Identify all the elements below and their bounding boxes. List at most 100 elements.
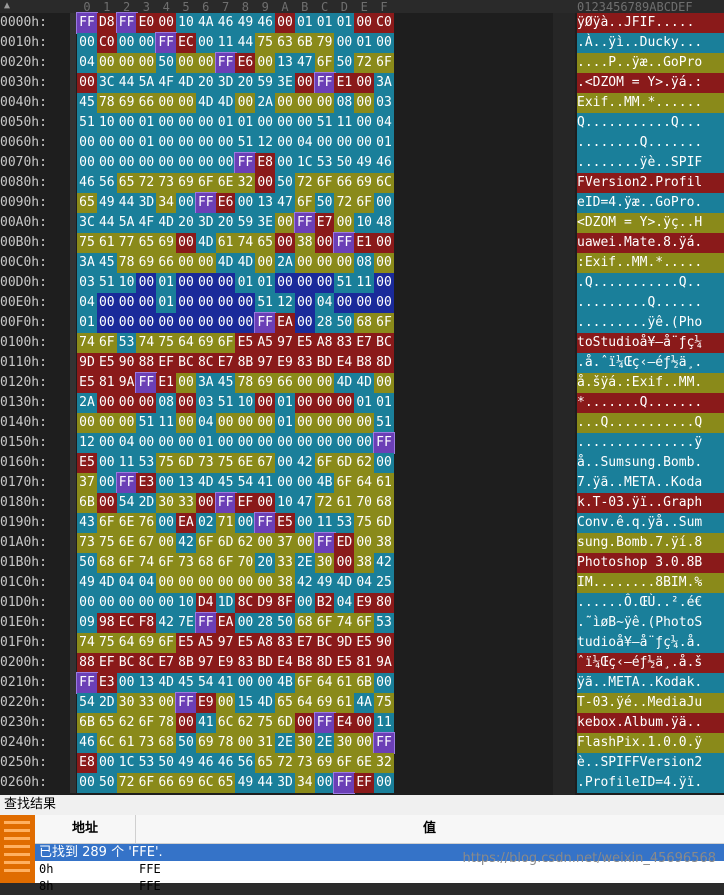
byte-cell[interactable]: 00 xyxy=(314,273,335,293)
byte-cell[interactable]: 03 xyxy=(77,273,97,293)
byte-cell[interactable]: 6F xyxy=(354,613,375,633)
byte-cell[interactable]: E7 xyxy=(294,633,315,653)
byte-cell[interactable]: 04 xyxy=(195,413,216,433)
byte-cell[interactable]: 2A xyxy=(255,93,276,113)
byte-cell[interactable]: 6F xyxy=(96,333,117,353)
hex-editor-view[interactable]: ▲ 0123456789ABCDEF 0123456789ABCDEF 0000… xyxy=(0,0,724,795)
byte-cell[interactable]: E9 xyxy=(195,693,216,713)
byte-cell[interactable]: 00 xyxy=(255,493,276,513)
byte-cell[interactable]: 00 xyxy=(255,113,276,133)
byte-cell[interactable]: 04 xyxy=(314,293,335,313)
byte-cell[interactable]: 00 xyxy=(195,53,216,73)
byte-cell[interactable]: BC xyxy=(314,633,335,653)
hex-row[interactable]: 0220h: 54 2D 30 33 00 FF E9 00 15 4D 65 64 69 61 4A 75 T-… xyxy=(0,692,724,714)
byte-cell[interactable]: 01 xyxy=(255,273,276,293)
byte-cell[interactable]: 47 xyxy=(275,193,295,213)
byte-cell[interactable]: 6F xyxy=(334,473,355,493)
byte-cell[interactable]: E4 xyxy=(334,353,355,373)
byte-cell[interactable]: 10 xyxy=(275,493,295,513)
byte-cell[interactable]: 11 xyxy=(116,453,137,473)
hex-row[interactable]: 0020h: 04 00 00 00 50 00 00 FF E6 00 13 47 6F 50 72 6F..… xyxy=(0,52,724,74)
byte-cell[interactable]: 42 xyxy=(294,453,315,473)
byte-cell[interactable]: 62 xyxy=(116,713,137,733)
byte-cell[interactable]: ED xyxy=(334,533,355,553)
byte-cell[interactable]: 00 xyxy=(96,293,117,313)
byte-cell[interactable]: 38 xyxy=(275,573,295,593)
byte-cell[interactable]: 5A xyxy=(116,213,137,233)
byte-cell[interactable]: 6B xyxy=(77,713,97,733)
byte-cell[interactable]: 49 xyxy=(314,573,335,593)
byte-cell[interactable]: 00 xyxy=(374,773,394,793)
byte-cell[interactable]: 00 xyxy=(116,153,137,173)
byte-cell[interactable]: 4D xyxy=(215,253,236,273)
byte-cell[interactable]: 31 xyxy=(255,733,276,753)
byte-cell-match[interactable]: FF xyxy=(254,512,277,534)
ascii-column[interactable]: Q...........Q... xyxy=(577,113,724,133)
byte-cell[interactable]: EF xyxy=(235,493,256,513)
byte-cell[interactable]: 3D xyxy=(215,73,236,93)
byte-cell[interactable]: 00 xyxy=(156,313,177,333)
byte-cell[interactable]: 4D xyxy=(195,233,216,253)
byte-cell[interactable]: 00 xyxy=(96,133,117,153)
byte-cell[interactable]: 00 xyxy=(255,433,276,453)
byte-cell[interactable]: 00 xyxy=(215,573,236,593)
byte-cell[interactable]: 00 xyxy=(354,133,375,153)
byte-cell[interactable]: 00 xyxy=(314,93,335,113)
byte-cell[interactable]: 37 xyxy=(77,473,97,493)
byte-cell[interactable]: 53 xyxy=(116,333,137,353)
byte-cell[interactable]: EF xyxy=(156,353,177,373)
byte-cell[interactable]: 00 xyxy=(334,133,355,153)
byte-cell[interactable]: 00 xyxy=(77,133,97,153)
byte-cell-match[interactable]: FF xyxy=(234,152,257,174)
byte-cell[interactable]: 04 xyxy=(374,113,394,133)
hex-row[interactable]: 0200h: 88 EF BC 8C E7 8B 97 E9 83 BD E4 B8 8D E5 81 9A ˆï… xyxy=(0,653,724,673)
byte-cell[interactable]: 00 xyxy=(195,133,216,153)
hex-row[interactable]: 0100h: 74 6F 53 74 75 64 69 6F E5 A5 97 E5 A8 83 E7 BC to… xyxy=(0,333,724,353)
byte-cell[interactable]: 00 xyxy=(96,433,117,453)
byte-cell[interactable]: 4D xyxy=(176,73,196,93)
byte-cell[interactable]: 81 xyxy=(96,373,117,393)
byte-cell-match[interactable]: FF xyxy=(373,732,395,754)
byte-cell[interactable]: 63 xyxy=(275,33,295,53)
byte-cell[interactable]: 37 xyxy=(275,533,295,553)
byte-cell[interactable]: 3A xyxy=(195,373,216,393)
byte-cell[interactable]: 00 xyxy=(156,153,177,173)
byte-cell[interactable]: 10 xyxy=(354,213,375,233)
byte-cell[interactable]: 00 xyxy=(275,13,295,33)
byte-cell[interactable]: EF xyxy=(96,653,117,673)
byte-cell[interactable]: 51 xyxy=(215,393,236,413)
hex-row[interactable]: 0150h: 12 00 04 00 00 00 01 00 00 00 00 00 00 00 00 FF..… xyxy=(0,432,724,454)
byte-cell[interactable]: 00 xyxy=(294,533,315,553)
byte-cell[interactable]: 42 xyxy=(294,573,315,593)
byte-cell[interactable]: 00 xyxy=(275,233,295,253)
byte-cell[interactable]: 68 xyxy=(374,493,394,513)
byte-cell-match[interactable]: FF xyxy=(76,12,98,34)
byte-cell[interactable]: 61 xyxy=(215,233,236,253)
byte-cell[interactable]: 49 xyxy=(354,153,375,173)
byte-cell[interactable]: 46 xyxy=(215,753,236,773)
byte-cell[interactable]: 10 xyxy=(176,13,196,33)
byte-cell[interactable]: 00 xyxy=(235,293,256,313)
byte-cell[interactable]: EC xyxy=(116,613,137,633)
byte-cell[interactable]: F8 xyxy=(136,613,157,633)
results-side-tab[interactable] xyxy=(0,815,35,883)
byte-cell[interactable]: 00 xyxy=(176,433,196,453)
byte-cell[interactable]: 59 xyxy=(255,73,276,93)
byte-cell[interactable]: 01 xyxy=(354,393,375,413)
byte-cell[interactable]: 6F xyxy=(195,533,216,553)
byte-cell[interactable]: 00 xyxy=(275,453,295,473)
byte-cell[interactable]: 00 xyxy=(374,673,394,693)
byte-cell[interactable]: 6B xyxy=(77,493,97,513)
byte-cell[interactable]: 50 xyxy=(156,53,177,73)
byte-cell[interactable]: 33 xyxy=(176,493,196,513)
byte-cell[interactable]: 00 xyxy=(354,733,375,753)
byte-cell[interactable]: 00 xyxy=(334,293,355,313)
byte-cell[interactable]: 6F xyxy=(294,673,315,693)
byte-cell[interactable]: 00 xyxy=(374,273,394,293)
hex-row[interactable]: 0050h: 51 10 00 01 00 00 00 01 01 00 00 00 51 11 00 04 Q.… xyxy=(0,113,724,133)
ascii-column[interactable]: FVersion2.Profil xyxy=(577,173,724,193)
byte-cell[interactable]: 41 xyxy=(195,713,216,733)
byte-cell[interactable]: 50 xyxy=(314,193,335,213)
byte-cell[interactable]: E5 xyxy=(77,373,97,393)
byte-cell[interactable]: 48 xyxy=(374,213,394,233)
